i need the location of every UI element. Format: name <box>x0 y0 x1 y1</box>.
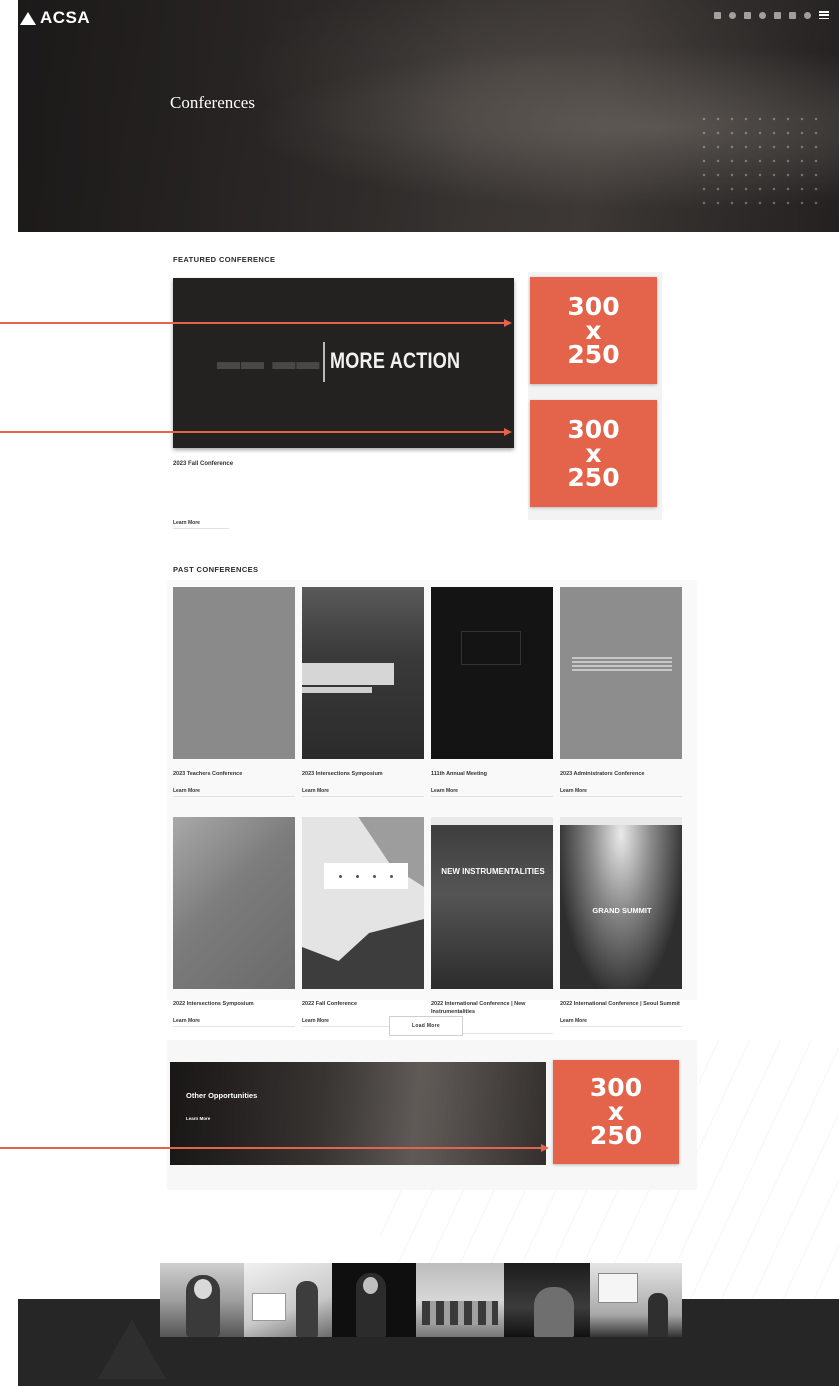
past-heading: PAST CONFERENCES <box>173 565 259 574</box>
conference-card-title[interactable]: 2022 Intersections Symposium <box>173 1001 295 1009</box>
ad-placeholder-3: 300 x 250 <box>553 1060 679 1164</box>
social-icon-2[interactable] <box>729 11 736 19</box>
conference-card-image[interactable] <box>302 817 424 989</box>
featured-conference-image[interactable]: ▬▬ ▬▬ MORE ACTION <box>173 278 514 448</box>
event-photo <box>590 1263 682 1337</box>
conference-card-image[interactable]: GRAND SUMMIT <box>560 817 682 989</box>
opportunities-banner[interactable]: Other Opportunities Learn More <box>170 1062 546 1165</box>
conference-card-image[interactable] <box>173 587 295 759</box>
logo-text: ACSA <box>40 8 91 27</box>
conference-card-link[interactable]: Learn More <box>560 788 682 797</box>
conference-card-title[interactable]: 2023 Administrators Conference <box>560 771 682 779</box>
featured-image-faded-text: ▬▬ ▬▬ <box>217 348 321 374</box>
conference-card-title[interactable]: 2022 International Conference | Seoul Su… <box>560 1001 682 1009</box>
conference-card-link[interactable]: Learn More <box>173 788 295 797</box>
social-icon-1[interactable] <box>714 11 721 19</box>
event-photo <box>504 1263 590 1337</box>
footer-logo-triangle-icon <box>98 1319 166 1379</box>
conference-card[interactable]: GRAND SUMMIT 2022 International Conferen… <box>560 817 682 1027</box>
conference-card-title[interactable]: 2023 Intersections Symposium <box>302 771 424 779</box>
conference-card[interactable]: 2023 Administrators Conference Learn Mor… <box>560 587 682 797</box>
conference-card-image[interactable] <box>173 817 295 989</box>
conference-card[interactable]: 2022 Intersections Symposium Learn More <box>173 817 295 1027</box>
annotation-arrow-1 <box>0 319 512 326</box>
conference-card[interactable]: 111th Annual Meeting Learn More <box>431 587 553 797</box>
hero-banner: ACSA Conferences <box>18 0 839 232</box>
conference-card-title[interactable]: 2022 International Conference | New Inst… <box>431 1001 553 1016</box>
conference-card-image[interactable] <box>431 587 553 759</box>
conference-card-link[interactable]: Learn More <box>560 1018 682 1027</box>
conference-card-image-text: NEW INSTRUMENTALITIES <box>441 867 545 876</box>
logo-triangle-icon <box>20 11 36 25</box>
ad-placeholder-1: 300 x 250 <box>530 277 657 384</box>
social-icon-5[interactable] <box>774 11 781 19</box>
featured-heading: FEATURED CONFERENCE <box>173 255 276 264</box>
conference-card-title[interactable]: 2022 Fall Conference <box>302 1001 424 1009</box>
search-icon[interactable] <box>804 11 811 19</box>
featured-learn-more-link[interactable]: Learn More <box>173 520 229 529</box>
opportunities-learn-more-link[interactable]: Learn More <box>186 1116 210 1121</box>
conference-card-image[interactable]: NEW INSTRUMENTALITIES <box>431 817 553 989</box>
conference-card-link[interactable]: Learn More <box>302 788 424 797</box>
social-icon-4[interactable] <box>759 11 766 19</box>
social-icon-3[interactable] <box>744 11 751 19</box>
ad-placeholder-2: 300 x 250 <box>530 400 657 507</box>
header-icons <box>714 11 829 19</box>
site-logo[interactable]: ACSA <box>20 8 90 28</box>
conference-card-link[interactable]: Learn More <box>431 788 553 797</box>
event-photo <box>244 1263 332 1337</box>
annotation-arrow-3 <box>0 1144 549 1151</box>
event-photo <box>332 1263 416 1337</box>
load-more-button[interactable]: Load More <box>389 1016 463 1036</box>
page-title: Conferences <box>170 93 255 112</box>
conference-card-image-text: GRAND SUMMIT <box>592 906 652 915</box>
featured-image-title: MORE ACTION <box>330 348 461 373</box>
annotation-arrow-2 <box>0 428 512 435</box>
conference-card-image[interactable] <box>302 587 424 759</box>
conference-card[interactable]: 2023 Teachers Conference Learn More <box>173 587 295 797</box>
dot-pattern <box>697 112 827 212</box>
conference-card[interactable]: NEW INSTRUMENTALITIES 2022 International… <box>431 817 553 1034</box>
menu-icon[interactable] <box>819 11 829 19</box>
conference-card-image[interactable] <box>560 587 682 759</box>
conference-card[interactable]: 2022 Fall Conference Learn More <box>302 817 424 1027</box>
footer-photo-strip <box>160 1263 682 1337</box>
conference-card-title[interactable]: 2023 Teachers Conference <box>173 771 295 779</box>
user-icon[interactable] <box>789 11 796 19</box>
conference-card[interactable]: 2023 Intersections Symposium Learn More <box>302 587 424 797</box>
opportunities-title: Other Opportunities <box>186 1091 258 1100</box>
event-photo <box>160 1263 244 1337</box>
featured-conference-name[interactable]: 2023 Fall Conference <box>173 461 233 467</box>
conference-card-link[interactable]: Learn More <box>173 1018 295 1027</box>
conference-card-title[interactable]: 111th Annual Meeting <box>431 771 553 779</box>
event-photo <box>416 1263 504 1337</box>
